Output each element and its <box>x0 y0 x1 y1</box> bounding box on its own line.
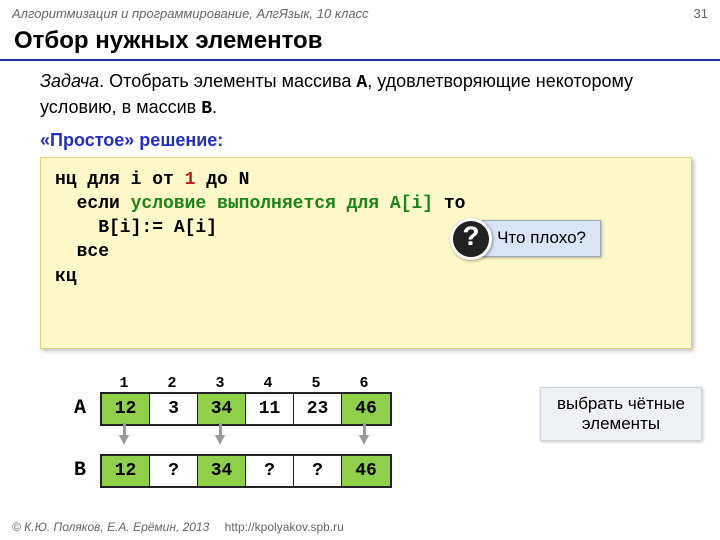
cell: 12 <box>102 394 150 424</box>
idx-6: 6 <box>340 375 388 392</box>
idx-2: 2 <box>148 375 196 392</box>
course-label: Алгоритмизация и программирование, АлгЯз… <box>12 6 369 21</box>
side-note: выбрать чётные элементы <box>540 387 702 442</box>
code-block: нц для i от 1 до N если условие выполняе… <box>40 157 692 349</box>
arrow-slot <box>100 426 148 454</box>
callout: ? Что плохо? <box>450 218 601 260</box>
idx-4: 4 <box>244 375 292 392</box>
code-l4: все <box>55 242 109 262</box>
page-title: Отбор нужных элементов <box>0 27 720 61</box>
task-label: Задача <box>40 71 99 91</box>
arrow-slot <box>244 426 292 454</box>
callout-text: Что плохо? <box>482 220 601 257</box>
solution-heading: «Простое» решение: <box>40 130 692 151</box>
side-note-l1: выбрать чётные <box>557 394 685 413</box>
cell: 46 <box>342 394 390 424</box>
code-l2a: если <box>55 194 131 214</box>
array-b-row: B 12?34??46 <box>60 454 692 488</box>
cell: 23 <box>294 394 342 424</box>
code-l2b: то <box>433 194 465 214</box>
question-icon: ? <box>450 218 492 260</box>
task-text-3: . <box>212 97 217 117</box>
array-b-name: B <box>201 99 212 119</box>
array-a-label: A <box>60 397 100 420</box>
idx-3: 3 <box>196 375 244 392</box>
cell: 34 <box>198 394 246 424</box>
array-b-label: B <box>60 459 100 482</box>
arrow-down-icon <box>119 435 129 445</box>
code-l3: B[i]:= A[i] <box>55 218 217 238</box>
code-l1-num: 1 <box>185 170 196 190</box>
side-note-l2: элементы <box>582 414 660 433</box>
array-a-cells: 12334112346 <box>100 392 392 426</box>
idx-5: 5 <box>292 375 340 392</box>
footer: © К.Ю. Поляков, Е.А. Ерёмин, 2013 http:/… <box>12 520 344 534</box>
arrow-down-icon <box>215 435 225 445</box>
array-b-cells: 12?34??46 <box>100 454 392 488</box>
code-l1b: до N <box>195 170 249 190</box>
footer-url: http://kpolyakov.spb.ru <box>225 520 344 534</box>
task-text-1: . Отобрать элементы массива <box>99 71 356 91</box>
cell: 3 <box>150 394 198 424</box>
code-l5: кц <box>55 267 77 287</box>
array-a-name: A <box>356 73 367 93</box>
header: Алгоритмизация и программирование, АлгЯз… <box>0 0 720 27</box>
arrow-slot <box>148 426 196 454</box>
arrow-slot <box>196 426 244 454</box>
cell: ? <box>246 456 294 486</box>
cell: ? <box>294 456 342 486</box>
task-paragraph: Задача. Отобрать элементы массива A, удо… <box>40 69 692 122</box>
arrow-slot <box>292 426 340 454</box>
arrow-down-icon <box>359 435 369 445</box>
cell: ? <box>150 456 198 486</box>
cell: 12 <box>102 456 150 486</box>
cell: 34 <box>198 456 246 486</box>
cell: 11 <box>246 394 294 424</box>
page-number: 31 <box>694 6 708 21</box>
arrow-slot <box>340 426 388 454</box>
arrays-diagram: 1 2 3 4 5 6 A 12334112346 B 12?34??46 вы… <box>40 375 692 488</box>
code-l2-cond: условие выполняется для A[i] <box>131 194 433 214</box>
copyright: © К.Ю. Поляков, Е.А. Ерёмин, 2013 <box>12 520 209 534</box>
idx-1: 1 <box>100 375 148 392</box>
cell: 46 <box>342 456 390 486</box>
code-l1a: нц для i от <box>55 170 185 190</box>
